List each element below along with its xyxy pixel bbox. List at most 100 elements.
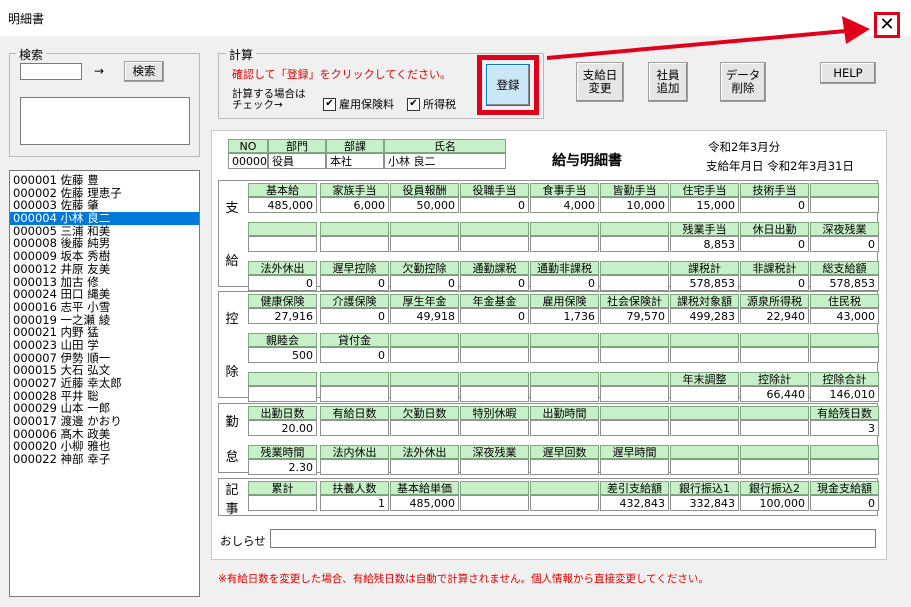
- list-item[interactable]: 000012 井原 友美: [10, 263, 199, 276]
- list-item[interactable]: 000022 神部 幸子: [10, 453, 199, 466]
- notice-input[interactable]: [270, 529, 876, 548]
- pay_row3-value[interactable]: 578,853: [810, 275, 879, 291]
- list-item[interactable]: 000009 坂本 秀樹: [10, 250, 199, 263]
- pay_row3-value[interactable]: 0: [320, 275, 389, 291]
- ded_row1-value[interactable]: 0: [460, 308, 529, 324]
- ded_row3-value[interactable]: [670, 386, 739, 402]
- pay_row2-value[interactable]: [530, 236, 599, 252]
- att_row1-value[interactable]: [390, 420, 459, 436]
- ded_row2-value[interactable]: 500: [248, 347, 317, 363]
- att_row1-value[interactable]: 20.00: [248, 420, 317, 436]
- att_row2-value[interactable]: [460, 459, 529, 475]
- ded_row3-value[interactable]: 146,010: [810, 386, 879, 402]
- att_row2-value[interactable]: [320, 459, 389, 475]
- att_row2-value[interactable]: [600, 459, 669, 475]
- pay_row1-value[interactable]: 0: [740, 197, 809, 213]
- att_row1-value[interactable]: [460, 420, 529, 436]
- pay_row2-value[interactable]: 0: [740, 236, 809, 252]
- ded_row1-value[interactable]: 27,916: [248, 308, 317, 324]
- pay_row1-value[interactable]: 0: [460, 197, 529, 213]
- header-value[interactable]: 本社: [326, 153, 384, 169]
- list-item[interactable]: 000016 志平 小雪: [10, 301, 199, 314]
- close-button[interactable]: ✕: [874, 12, 900, 38]
- ded_row3-value[interactable]: [320, 386, 389, 402]
- att_row1-value[interactable]: [530, 420, 599, 436]
- pay_row1-value[interactable]: 6,000: [320, 197, 389, 213]
- pay_row2-value[interactable]: [460, 236, 529, 252]
- ded_row3-value[interactable]: [530, 386, 599, 402]
- att_row2-value[interactable]: [390, 459, 459, 475]
- header-value[interactable]: 000004: [228, 153, 268, 169]
- search-input[interactable]: [20, 63, 82, 80]
- employment-insurance-checkbox[interactable]: ✔ 雇用保険料: [323, 96, 394, 112]
- att_row2-value[interactable]: [530, 459, 599, 475]
- rec-value[interactable]: 485,000: [390, 495, 459, 511]
- rec-value[interactable]: [248, 495, 317, 511]
- employee-list[interactable]: 000001 佐藤 豊 000002 佐藤 理恵子 000003 佐藤 肇 00000…: [9, 170, 200, 597]
- register-button[interactable]: 登録: [486, 64, 530, 106]
- rec-value[interactable]: 432,843: [600, 495, 669, 511]
- list-item[interactable]: 000023 山田 学: [10, 339, 199, 352]
- ded_row2-value[interactable]: [740, 347, 809, 363]
- income-tax-checkbox[interactable]: ✔ 所得税: [407, 96, 456, 112]
- ded_row2-value[interactable]: [600, 347, 669, 363]
- ded_row2-value[interactable]: [460, 347, 529, 363]
- att_row2-value[interactable]: 2.30: [248, 459, 317, 475]
- pay_row2-value[interactable]: [390, 236, 459, 252]
- rec-value[interactable]: 1: [320, 495, 389, 511]
- header-value[interactable]: 小林 良二: [384, 153, 506, 169]
- ded_row2-value[interactable]: [530, 347, 599, 363]
- list-item[interactable]: 000027 近藤 幸太郎: [10, 377, 199, 390]
- ded_row3-value[interactable]: [390, 386, 459, 402]
- att_row1-value[interactable]: [320, 420, 389, 436]
- header-value[interactable]: 役員: [268, 153, 326, 169]
- list-item[interactable]: 000001 佐藤 豊: [10, 174, 199, 187]
- pay_row1-value[interactable]: 485,000: [248, 197, 317, 213]
- ded_row2-value[interactable]: [390, 347, 459, 363]
- search-button[interactable]: 検索: [124, 61, 164, 82]
- pay_row3-value[interactable]: 578,853: [670, 275, 739, 291]
- pay_row1-value[interactable]: 50,000: [390, 197, 459, 213]
- pay_row1-value[interactable]: 10,000: [600, 197, 669, 213]
- delete-data-button[interactable]: データ 削除: [720, 62, 766, 102]
- ded_row1-value[interactable]: 499,283: [670, 308, 739, 324]
- pay_row2-value[interactable]: 0: [810, 236, 879, 252]
- att_row2-value[interactable]: [810, 459, 879, 475]
- pay_row3-value[interactable]: 0: [390, 275, 459, 291]
- ded_row2-value[interactable]: [670, 347, 739, 363]
- ded_row1-value[interactable]: 0: [320, 308, 389, 324]
- pay_row3-value[interactable]: 0: [740, 275, 809, 291]
- ded_row2-value[interactable]: [810, 347, 879, 363]
- ded_row3-value[interactable]: [600, 386, 669, 402]
- pay_row1-value[interactable]: [810, 197, 879, 213]
- search-result-box[interactable]: [20, 97, 190, 145]
- list-item[interactable]: 000004 小林 良二: [10, 212, 199, 225]
- pay-date-change-button[interactable]: 支給日 変更: [576, 62, 624, 102]
- att_row2-value[interactable]: [670, 459, 739, 475]
- att_row1-value[interactable]: [740, 420, 809, 436]
- pay_row3-value[interactable]: 0: [530, 275, 599, 291]
- att_row1-value[interactable]: [670, 420, 739, 436]
- list-item[interactable]: 000024 田口 縄美: [10, 288, 199, 301]
- ded_row3-value[interactable]: [248, 386, 317, 402]
- ded_row1-value[interactable]: 1,736: [530, 308, 599, 324]
- add-employee-button[interactable]: 社員 追加: [648, 62, 688, 102]
- pay_row2-value[interactable]: 8,853: [670, 236, 739, 252]
- rec-value[interactable]: [530, 495, 599, 511]
- help-button[interactable]: HELP: [820, 62, 876, 84]
- ded_row1-value[interactable]: 43,000: [810, 308, 879, 324]
- ded_row1-value[interactable]: 22,940: [740, 308, 809, 324]
- rec-value[interactable]: 0: [810, 495, 879, 511]
- ded_row3-value[interactable]: [460, 386, 529, 402]
- ded_row3-value[interactable]: 66,440: [740, 386, 809, 402]
- pay_row2-value[interactable]: [600, 236, 669, 252]
- pay_row3-value[interactable]: 0: [248, 275, 317, 291]
- pay_row3-value[interactable]: 0: [460, 275, 529, 291]
- ded_row2-value[interactable]: 0: [320, 347, 389, 363]
- pay_row1-value[interactable]: 4,000: [530, 197, 599, 213]
- att_row1-value[interactable]: [600, 420, 669, 436]
- att_row1-value[interactable]: 3: [810, 420, 879, 436]
- rec-value[interactable]: 100,000: [740, 495, 809, 511]
- pay_row1-value[interactable]: 15,000: [670, 197, 739, 213]
- rec-value[interactable]: 332,843: [670, 495, 739, 511]
